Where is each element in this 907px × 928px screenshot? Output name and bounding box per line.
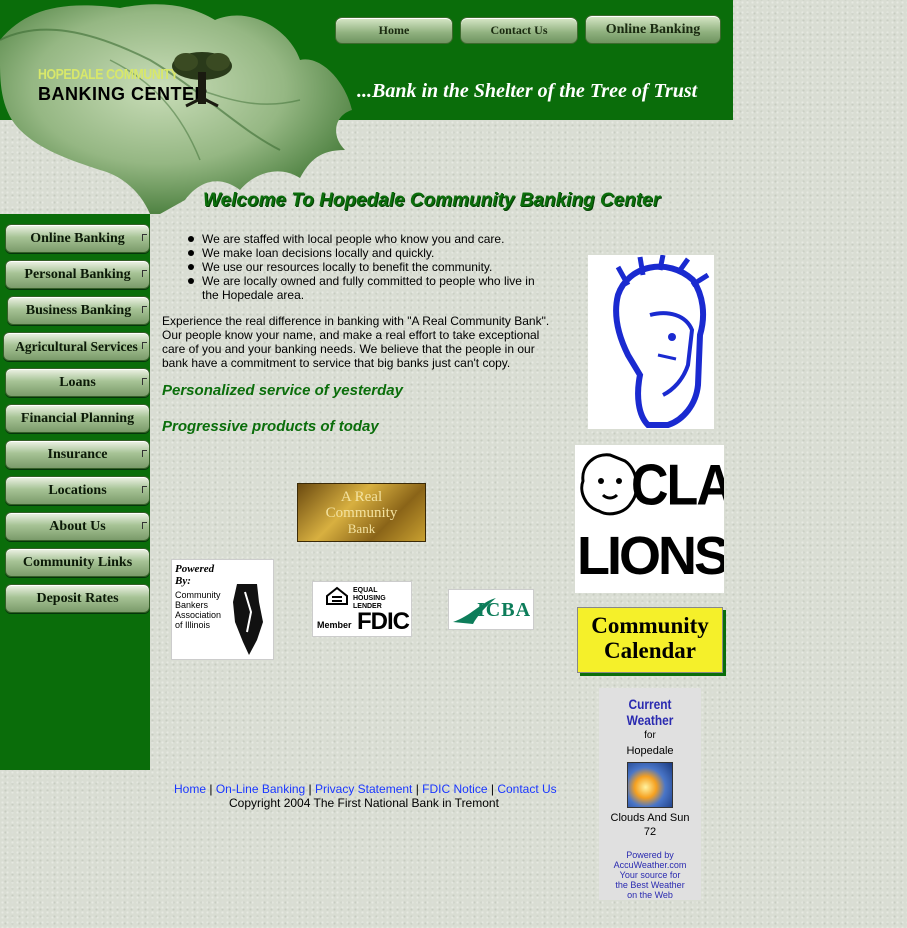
sidebar-item-label: Insurance [47,446,108,462]
lions-label: LIONS [577,526,724,586]
school-mascot-logo[interactable] [588,254,714,429]
submenu-arrow-icon [142,486,147,493]
weather-title: Weather [626,712,674,728]
submenu-arrow-icon [142,342,147,349]
calendar-line: Community [591,613,709,638]
sidebar-item-locations[interactable]: Locations [5,476,150,505]
accuweather-line: Powered by [626,850,674,860]
online-banking-button[interactable]: Online Banking [585,15,721,44]
icba-logo[interactable]: ICBA [448,589,534,630]
sidebar-item-community-links[interactable]: Community Links [5,548,150,577]
sidebar-item-label: Deposit Rates [36,590,119,606]
sidebar-item-deposit-rates[interactable]: Deposit Rates [5,584,150,613]
cbai-line: Powered [175,563,215,575]
bank-logo[interactable]: HOPEDALE COMMUNITY BANKING CENTER [38,52,238,120]
calendar-line: Calendar [604,638,696,663]
sidebar-item-personal-banking[interactable]: Personal Banking [5,260,150,289]
weather-temp: 72 [643,826,657,838]
footer-link-home[interactable]: Home [174,782,206,796]
partly-sunny-icon [627,762,673,808]
submenu-arrow-icon [142,306,147,313]
footer-link-privacy[interactable]: Privacy Statement [315,782,412,796]
submenu-arrow-icon [142,450,147,457]
weather-title: Current [628,696,672,712]
accuweather-line: the Best Weather [615,880,685,890]
tagline: ...Bank in the Shelter of the Tree of Tr… [357,80,698,102]
weather-for: for [644,730,656,741]
home-button[interactable]: Home [335,17,453,44]
logo-line-1: HOPEDALE COMMUNITY [38,66,179,83]
real-community-bank-badge: A Real Community Bank [297,483,426,542]
slogan-yesterday: Personalized service of yesterday [162,382,403,399]
sidebar-item-online-banking[interactable]: Online Banking [5,224,150,253]
footer-link-fdic-notice[interactable]: FDIC Notice [422,782,487,796]
fdic-label: FDIC [357,608,410,635]
spartan-helmet-icon [613,254,710,428]
sidebar-item-about-us[interactable]: About Us [5,512,150,541]
sidebar-item-business-banking[interactable]: Business Banking [7,296,150,325]
sidebar-item-label: Loans [59,374,96,390]
list-item: We use our resources locally to benefit … [188,260,568,274]
sidebar-item-label: Locations [48,482,107,498]
submenu-arrow-icon [142,522,147,529]
sidebar-item-label: Agricultural Services [15,338,138,354]
benefits-list: We are staffed with local people who kno… [188,232,568,302]
accuweather-line: Your source for [619,870,681,880]
footer-links: Home | On-Line Banking | Privacy Stateme… [174,782,557,796]
weather-widget[interactable]: Current Weather for Hopedale Clouds And … [599,688,701,900]
sidebar-item-label: Personal Banking [24,266,131,282]
accuweather-line: AccuWeather.com [613,860,687,870]
list-item: We are staffed with local people who kno… [188,232,568,246]
equal-housing-icon [326,586,348,605]
badge-line: Bank [347,521,376,536]
submenu-arrow-icon [142,270,147,277]
community-calendar-button[interactable]: Community Calendar [577,607,723,673]
fdic-equal-housing-logo[interactable]: EQUAL HOUSING LENDER Member FDIC [312,581,412,637]
sidebar-item-financial-planning[interactable]: Financial Planning [5,404,150,433]
sidebar-item-label: About Us [49,518,106,534]
footer-link-online-banking[interactable]: On-Line Banking [216,782,305,796]
sidebar-item-label: Business Banking [25,302,132,318]
accuweather-line: on the Web [627,890,673,900]
slogan-today: Progressive products of today [162,418,379,435]
illinois-map-icon [233,584,263,655]
list-item: We are locally owned and fully committed… [188,274,547,302]
sidebar-item-loans[interactable]: Loans [5,368,150,397]
list-item: We make loan decisions locally and quick… [188,246,568,260]
footer-link-contact[interactable]: Contact Us [497,782,556,796]
submenu-arrow-icon [142,378,147,385]
tree-icon [172,52,232,108]
member-label: Member [317,620,352,630]
sidebar-item-label: Community Links [22,554,133,570]
icba-label: ICBA [477,599,532,621]
sidebar-item-label: Financial Planning [20,410,135,426]
sidebar-item-agricultural-services[interactable]: Agricultural Services [3,332,150,361]
intro-paragraph: Experience the real difference in bankin… [162,314,550,370]
cla-label: CLA [631,454,724,518]
weather-location: Hopedale [626,745,674,757]
badge-line: Community [325,505,398,521]
submenu-arrow-icon [142,234,147,241]
contact-us-button[interactable]: Contact Us [460,17,578,44]
cla-lions-logo[interactable]: CLA LIONS [575,445,724,593]
cbai-logo[interactable]: Powered By: Community Bankers Associatio… [171,559,274,660]
badge-line: A Real [340,489,383,505]
equal-housing-label: EQUAL HOUSING [353,587,386,602]
page-title: Welcome To Hopedale Community Banking Ce… [203,190,661,211]
sidebar-item-insurance[interactable]: Insurance [5,440,150,469]
copyright: Copyright 2004 The First National Bank i… [229,796,499,810]
weather-condition: Clouds And Sun [610,812,690,824]
sidebar-item-label: Online Banking [30,230,125,246]
